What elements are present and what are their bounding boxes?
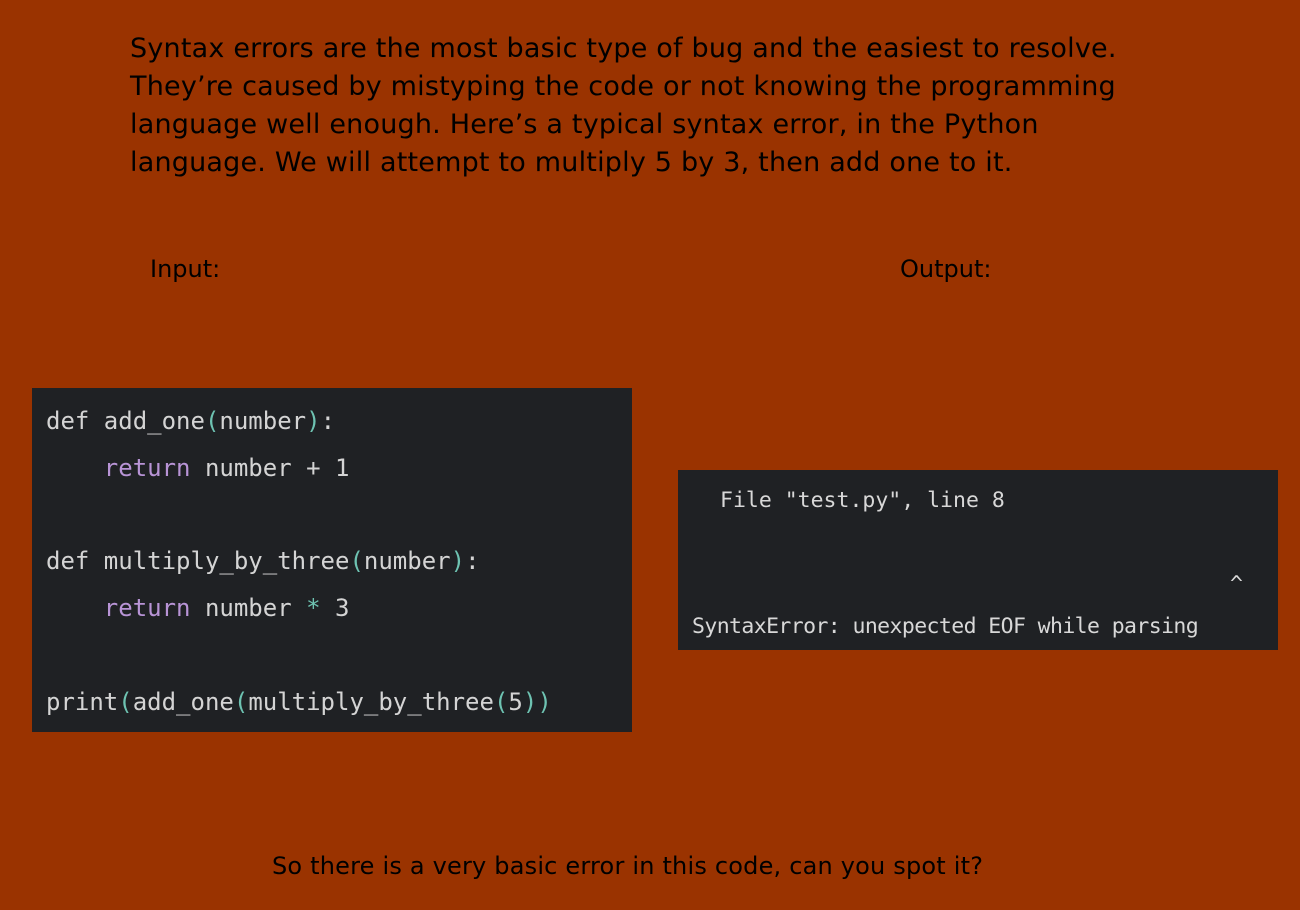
param: number — [219, 407, 307, 435]
return-expression: number + 1 — [190, 453, 350, 482]
open-paren: ( — [349, 547, 364, 576]
keyword-return: return — [103, 453, 191, 482]
intro-paragraph: Syntax errors are the most basic type of… — [130, 33, 1117, 178]
code-line-7: print(add_one(multiply_by_three(5)) — [46, 683, 632, 730]
colon: : — [465, 547, 480, 576]
keyword-def: def — [46, 547, 90, 576]
close-paren: ) — [450, 547, 466, 576]
keyword-def: def — [46, 407, 90, 435]
keyword-return: return — [103, 594, 191, 623]
open-paren: ( — [493, 687, 509, 716]
multiply-call: multiply_by_three — [248, 687, 494, 716]
open-paren: ( — [204, 407, 220, 435]
open-paren: ( — [233, 687, 249, 716]
code-line-1: def add_one(number): — [46, 402, 632, 449]
function-name: add_one — [89, 407, 205, 435]
colon: : — [320, 407, 336, 435]
multiply-operator: * — [306, 594, 321, 623]
code-input-panel: def add_one(number): return number + 1 d… — [32, 388, 632, 732]
question-text: So there is a very basic error in this c… — [272, 852, 984, 880]
param: number — [363, 547, 451, 576]
input-label: Input: — [150, 255, 221, 283]
argument: 5 — [508, 687, 523, 716]
close-paren: ) — [522, 687, 538, 716]
close-paren: ) — [537, 687, 552, 716]
output-label: Output: — [900, 255, 992, 283]
function-name: multiply_by_three — [89, 547, 350, 576]
code-line-5: return number * 3 — [46, 589, 632, 636]
code-line-6-blank — [46, 636, 632, 683]
code-line-4: def multiply_by_three(number): — [46, 542, 632, 589]
return-expression-part: 3 — [320, 594, 350, 623]
code-line-2: return number + 1 — [46, 449, 632, 496]
output-error-line: SyntaxError: unexpected EOF while parsin… — [692, 614, 1199, 639]
close-paren: ) — [306, 407, 321, 435]
print-call: print — [46, 687, 119, 716]
add-one-call: add_one — [132, 687, 234, 716]
output-file-line: File "test.py", line 8 — [720, 488, 1005, 513]
output-caret: ^ — [1230, 572, 1243, 597]
output-panel: File "test.py", line 8 ^ SyntaxError: un… — [678, 470, 1278, 650]
open-paren: ( — [118, 687, 133, 716]
return-expression-part: number — [190, 594, 307, 623]
code-line-3-blank — [46, 496, 632, 543]
